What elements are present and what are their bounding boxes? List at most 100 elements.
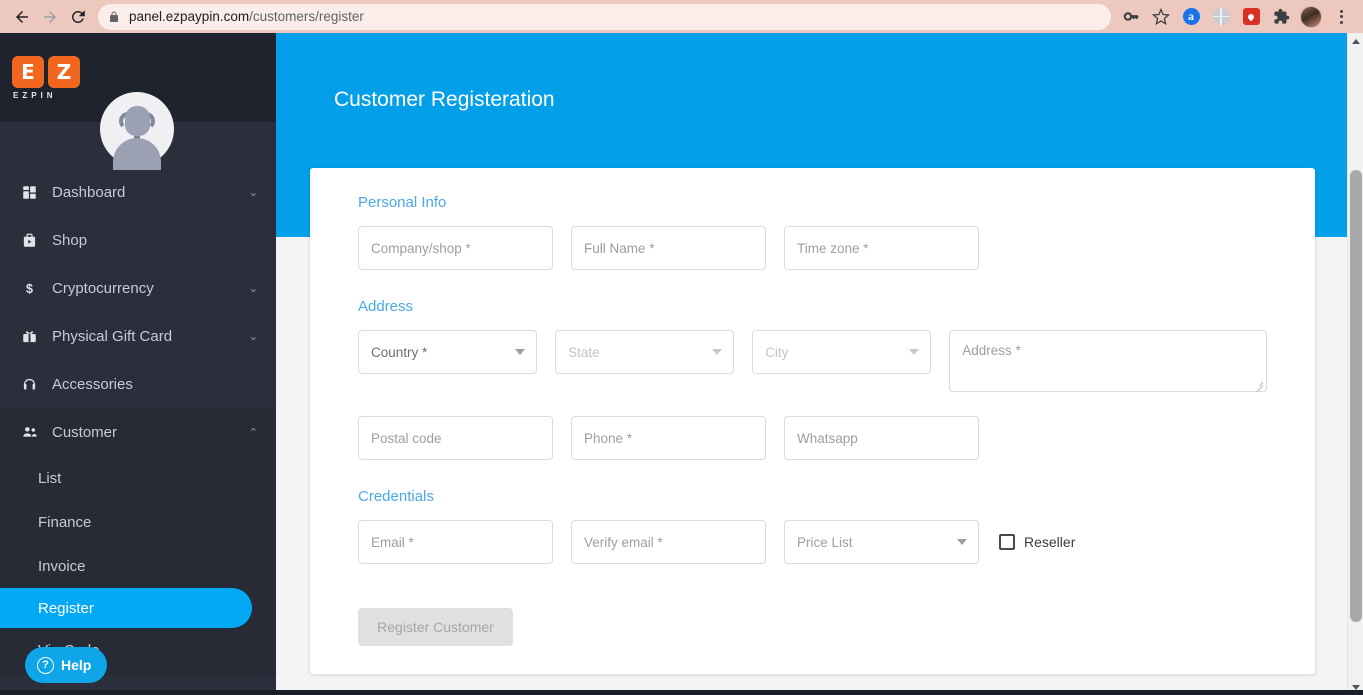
extension-globe-icon (1212, 8, 1230, 25)
sidebar-item-label: Customer (52, 423, 118, 441)
headphones-icon (22, 377, 44, 392)
address-row-2: Postal code Phone * Whatsapp (358, 416, 1267, 460)
sidebar-item-dashboard[interactable]: Dashboard ⌄ (0, 168, 276, 216)
company-shop-field[interactable]: Company/shop * (358, 226, 553, 270)
forward-arrow-icon (44, 10, 56, 23)
whatsapp-field[interactable]: Whatsapp (784, 416, 979, 460)
address-placeholder: Address * (962, 343, 1021, 358)
scrollbar-up-button[interactable] (1348, 33, 1363, 49)
avatar[interactable] (100, 92, 174, 170)
register-customer-button[interactable]: Register Customer (358, 608, 513, 646)
section-heading-address: Address (358, 298, 414, 315)
full-name-field[interactable]: Full Name * (571, 226, 766, 270)
window-bottom-edge (0, 690, 1363, 695)
personal-info-row: Company/shop * Full Name * Time zone * (358, 226, 1267, 270)
browser-toolbar: panel.ezpaypin.com/customers/register a (0, 0, 1363, 33)
section-heading-personal-info: Personal Info (358, 194, 447, 211)
question-mark-icon: ? (37, 656, 54, 674)
postal-code-placeholder: Postal code (371, 430, 442, 446)
state-select[interactable]: State (555, 330, 735, 374)
extension-pin-button[interactable] (1237, 3, 1265, 31)
sidebar-item-cryptocurrency[interactable]: $ Cryptocurrency ⌄ (0, 264, 276, 312)
extension-a-button[interactable]: a (1177, 3, 1205, 31)
help-label: Help (61, 657, 92, 673)
back-arrow-icon (16, 10, 28, 23)
phone-field[interactable]: Phone * (571, 416, 766, 460)
extension-pin-icon (1242, 8, 1260, 25)
logo-square-e: E (12, 55, 44, 88)
verify-email-placeholder: Verify email * (584, 534, 663, 550)
customers-people-icon (22, 424, 44, 440)
sidebar-item-list[interactable]: List (0, 456, 276, 500)
sidebar-subitem-label: Finance (38, 513, 92, 531)
bookmark-star-icon (1152, 7, 1170, 25)
dollar-sign-icon: $ (22, 281, 44, 296)
city-select[interactable]: City (752, 330, 932, 374)
city-placeholder: City (765, 344, 789, 360)
customer-registration-form: Personal Info Company/shop * Full Name *… (310, 168, 1315, 674)
shop-bag-icon (22, 233, 44, 248)
sidebar-item-label: Physical Gift Card (52, 327, 173, 345)
sidebar-item-customer[interactable]: Customer ⌃ (0, 408, 276, 456)
sidebar-item-finance[interactable]: Finance (0, 500, 276, 544)
bookmark-star-button[interactable] (1147, 3, 1175, 31)
chevron-down-icon (957, 539, 967, 545)
main-content: Customer Registeration Personal Info Com… (276, 33, 1347, 695)
reseller-checkbox-group[interactable]: Reseller (999, 534, 1075, 550)
section-heading-credentials: Credentials (358, 488, 434, 505)
page-viewport: E Z EZPIN Dashboard ⌄ Shop $ Cryptocurre… (0, 33, 1363, 695)
forward-button[interactable] (36, 3, 64, 31)
chevron-up-icon: ⌃ (248, 426, 258, 439)
price-list-placeholder: Price List (797, 534, 853, 550)
extensions-puzzle-icon (1273, 8, 1289, 24)
scrollbar-thumb[interactable] (1350, 170, 1362, 622)
country-placeholder: Country * (371, 344, 428, 360)
sidebar-subitem-label: Register (38, 599, 94, 617)
dashboard-grid-icon (22, 185, 44, 200)
sidebar-item-accessories[interactable]: Accessories (0, 360, 276, 408)
state-placeholder: State (568, 344, 600, 360)
resize-handle-icon[interactable] (1253, 378, 1264, 393)
address-textarea[interactable]: Address * (949, 330, 1267, 393)
chevron-down-icon: ⌄ (248, 186, 258, 199)
password-key-icon (1123, 12, 1139, 21)
chevron-down-icon (515, 349, 526, 355)
lock-icon (110, 11, 118, 22)
sidebar-item-register[interactable]: Register (0, 588, 252, 628)
help-button[interactable]: ? Help (25, 647, 108, 683)
sidebar-subitem-label: List (38, 469, 62, 487)
address-bar[interactable]: panel.ezpaypin.com/customers/register (98, 3, 1111, 30)
sidebar-item-invoice[interactable]: Invoice (0, 544, 276, 588)
chrome-menu-icon (1339, 9, 1343, 24)
country-select[interactable]: Country * (358, 330, 538, 374)
sidebar-item-label: Accessories (52, 375, 133, 393)
address-bar-url: panel.ezpaypin.com/customers/register (129, 9, 364, 24)
gift-card-icon (22, 329, 44, 344)
verify-email-field[interactable]: Verify email * (571, 520, 766, 564)
password-key-button[interactable] (1117, 3, 1145, 31)
phone-placeholder: Phone * (584, 430, 633, 446)
full-name-placeholder: Full Name * (584, 240, 655, 256)
chevron-down-icon (909, 349, 920, 355)
postal-code-field[interactable]: Postal code (358, 416, 553, 460)
reload-button[interactable] (64, 3, 92, 31)
extension-globe-button[interactable] (1207, 3, 1235, 31)
whatsapp-placeholder: Whatsapp (797, 430, 858, 446)
back-button[interactable] (8, 3, 36, 31)
time-zone-field[interactable]: Time zone * (784, 226, 979, 270)
chevron-down-icon: ⌄ (248, 282, 258, 295)
price-list-select[interactable]: Price List (784, 520, 979, 564)
sidebar-item-shop[interactable]: Shop (0, 216, 276, 264)
chrome-menu-button[interactable] (1327, 3, 1355, 31)
page-scrollbar[interactable] (1347, 33, 1363, 695)
reseller-checkbox[interactable] (999, 534, 1015, 550)
profile-avatar-icon (1300, 5, 1322, 28)
extensions-puzzle-button[interactable] (1267, 3, 1295, 31)
sidebar-item-label: Shop (52, 231, 88, 249)
email-placeholder: Email * (371, 534, 414, 550)
sidebar-item-physical-gift-card[interactable]: Physical Gift Card ⌄ (0, 312, 276, 360)
reload-icon (71, 9, 85, 23)
sidebar-item-label: Cryptocurrency (52, 279, 154, 297)
email-field[interactable]: Email * (358, 520, 553, 564)
profile-avatar-button[interactable] (1297, 3, 1325, 31)
